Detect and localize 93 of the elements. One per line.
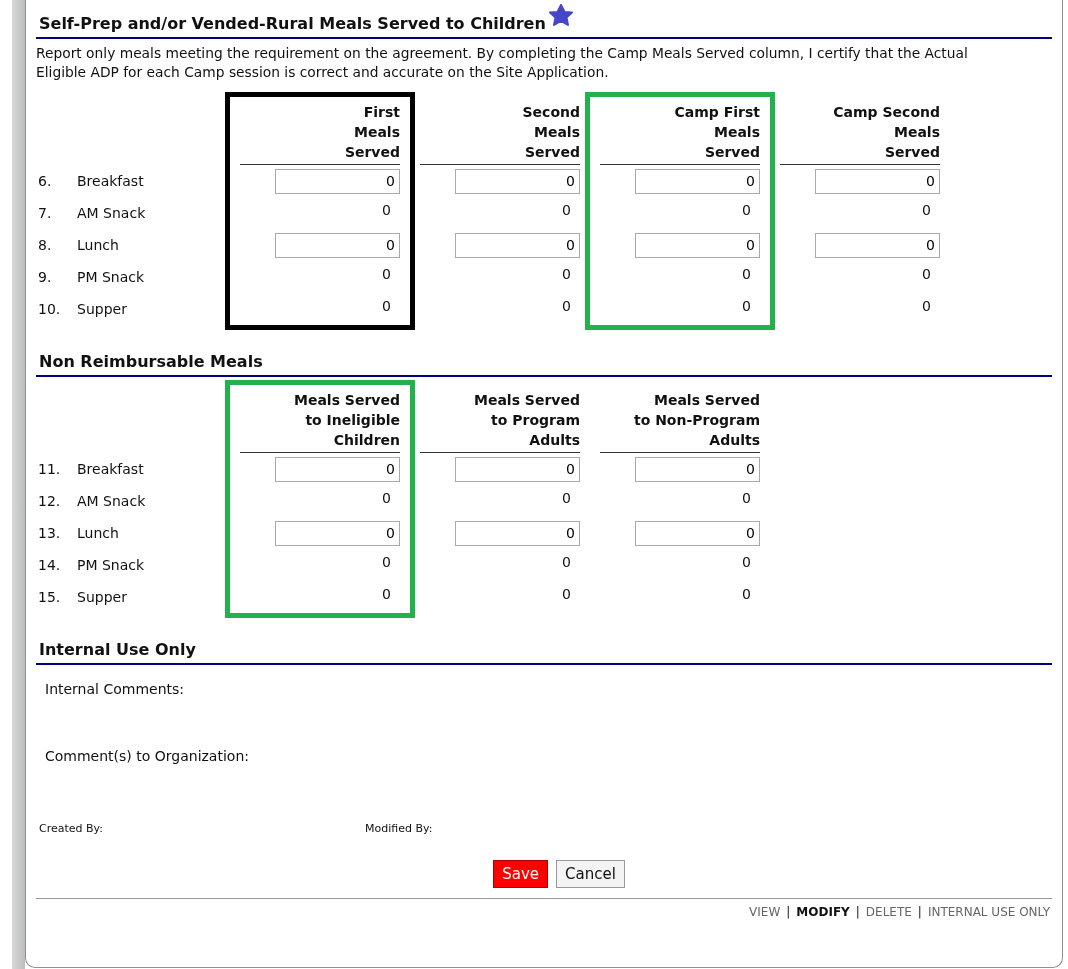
input-field[interactable]: 0 [275, 456, 400, 482]
column-heading: Meals Served [474, 391, 580, 410]
input-field[interactable]: 0 [635, 456, 760, 482]
row-label: PM Snack [77, 267, 145, 287]
input-field[interactable]: 0 [275, 520, 400, 546]
cell-value: 0 [742, 552, 752, 572]
column-heading: Served [524, 143, 580, 162]
link-separator: | [855, 904, 860, 920]
column-heading: Adults [529, 431, 580, 450]
cell-value: 0 [742, 200, 752, 220]
column-heading: Meals [894, 123, 940, 142]
column-heading: Adults [709, 431, 760, 450]
row-number: 11. [37, 459, 62, 479]
modified-by-label: Modified By: [365, 821, 433, 837]
column-heading: to Ineligible [305, 411, 400, 430]
column-heading: Meals [714, 123, 760, 142]
instruction-text: Report only meals meeting the requirement on the agreement. By completing the Camp Meals Served column, I certify that the Actual Eligible ADP for each Camp session is correct and accurate on the Site Application. [36, 44, 969, 82]
row-label: AM Snack [77, 491, 146, 511]
row-number: 10. [37, 299, 62, 319]
column-heading: to Non-Program [633, 411, 760, 430]
row-label: Supper [77, 587, 127, 607]
row-label: Lunch [77, 523, 119, 543]
cell-value: 0 [382, 200, 392, 220]
column-heading: Meals Served [654, 391, 760, 410]
input-field[interactable]: 0 [815, 168, 940, 194]
footer-link[interactable]: INTERNAL USE ONLY [927, 904, 1050, 920]
cell-value: 0 [742, 488, 752, 508]
cell-value: 0 [922, 200, 932, 220]
row-number: 6. [37, 171, 53, 191]
field-label: Internal Comments: [44, 680, 185, 699]
link-separator: | [917, 904, 922, 920]
row-label: Breakfast [77, 171, 144, 191]
column-heading: to Program [491, 411, 580, 430]
column-heading: Served [344, 143, 400, 162]
created-by-label: Created By: [39, 821, 104, 837]
column-heading: Served [884, 143, 940, 162]
cell-value: 0 [742, 584, 752, 604]
cancel-button[interactable]: Cancel [556, 859, 625, 888]
input-field[interactable]: 0 [635, 168, 760, 194]
input-field[interactable]: 0 [635, 520, 760, 546]
link-separator: | [786, 904, 791, 920]
row-number: 14. [37, 555, 62, 575]
section-title: Self-Prep and/or Vended-Rural Meals Served to Children [39, 13, 546, 35]
cell-value: 0 [562, 264, 572, 284]
section-title: Internal Use Only [39, 639, 196, 661]
row-number: 9. [37, 267, 53, 287]
cell-value: 0 [382, 488, 392, 508]
input-field[interactable]: 0 [455, 168, 580, 194]
cell-value: 0 [382, 296, 392, 316]
cell-value: 0 [562, 296, 572, 316]
input-field[interactable]: 0 [455, 232, 580, 258]
row-number: 13. [37, 523, 62, 543]
footer-link[interactable]: MODIFY [796, 904, 850, 920]
row-label: Breakfast [77, 459, 144, 479]
row-number: 15. [37, 587, 62, 607]
input-field[interactable]: 0 [815, 232, 940, 258]
row-label: PM Snack [77, 555, 145, 575]
cell-value: 0 [922, 264, 932, 284]
save-button[interactable]: Save [493, 859, 548, 888]
row-label: AM Snack [77, 203, 146, 223]
cell-value: 0 [742, 296, 752, 316]
row-label: Lunch [77, 235, 119, 255]
cell-value: 0 [382, 584, 392, 604]
column-heading: Meals [534, 123, 580, 142]
input-field[interactable]: 0 [275, 168, 400, 194]
cell-value: 0 [382, 264, 392, 284]
row-label: Supper [77, 299, 127, 319]
field-label: Comment(s) to Organization: [44, 747, 250, 766]
input-field[interactable]: 0 [455, 456, 580, 482]
section-title: Non Reimbursable Meals [39, 351, 263, 373]
cell-value: 0 [562, 488, 572, 508]
input-field[interactable]: 0 [275, 232, 400, 258]
column-heading: Camp Second [833, 103, 940, 122]
cell-value: 0 [562, 552, 572, 572]
row-number: 8. [37, 235, 53, 255]
cell-value: 0 [382, 552, 392, 572]
input-field[interactable]: 0 [635, 232, 760, 258]
cell-value: 0 [562, 584, 572, 604]
column-heading: Meals [354, 123, 400, 142]
column-heading: First [363, 103, 400, 122]
input-field[interactable]: 0 [455, 520, 580, 546]
row-number: 12. [37, 491, 62, 511]
cell-value: 0 [742, 264, 752, 284]
column-heading: Meals Served [294, 391, 400, 410]
cell-value: 0 [922, 296, 932, 316]
column-heading: Camp First [674, 103, 760, 122]
column-heading: Second [522, 103, 580, 122]
column-heading: Served [704, 143, 760, 162]
column-heading: Children [333, 431, 400, 450]
cell-value: 0 [562, 200, 572, 220]
row-number: 7. [37, 203, 53, 223]
footer-link[interactable]: DELETE [865, 904, 912, 920]
footer-link[interactable]: VIEW [749, 904, 781, 920]
